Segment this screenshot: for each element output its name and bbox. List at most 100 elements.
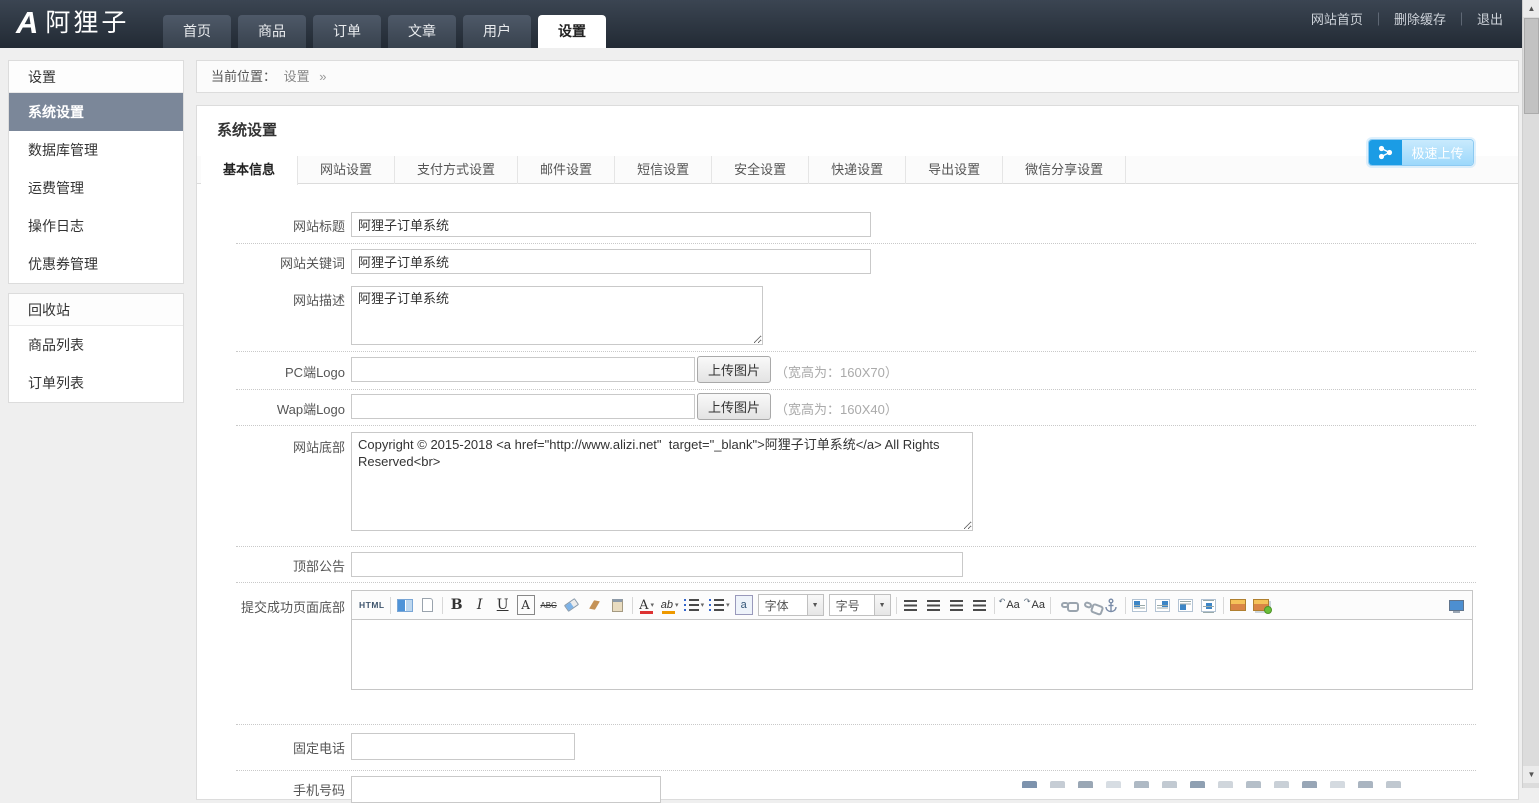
link-logout[interactable]: 退出	[1477, 9, 1503, 28]
tab-express-settings[interactable]: 快递设置	[809, 156, 906, 184]
inline-anchor-icon[interactable]: a	[735, 595, 753, 615]
wap-logo-input[interactable]	[351, 394, 695, 419]
nav-item-orders[interactable]: 订单	[313, 15, 381, 48]
sidebar-item-coupons[interactable]: 优惠券管理	[9, 245, 183, 283]
tab-sms-settings[interactable]: 短信设置	[615, 156, 712, 184]
sidebar-item-order-list[interactable]: 订单列表	[9, 364, 183, 402]
tab-security-settings[interactable]: 安全设置	[712, 156, 809, 184]
tab-email-settings[interactable]: 邮件设置	[518, 156, 615, 184]
breadcrumb-current[interactable]: 设置	[284, 69, 310, 84]
site-description-label: 网站描述	[197, 290, 345, 309]
remove-link-icon[interactable]	[1079, 595, 1097, 615]
chevron-down-icon: ▼	[874, 595, 890, 615]
italic-icon[interactable]: I	[471, 595, 489, 615]
settings-tabbar: 基本信息 网站设置 支付方式设置 邮件设置 短信设置 安全设置 快递设置 导出设…	[197, 156, 1518, 184]
site-description-textarea[interactable]: 阿狸子订单系统	[351, 286, 763, 345]
top-notice-label: 顶部公告	[197, 556, 345, 575]
image-block-icon[interactable]	[1200, 595, 1218, 615]
link-site-home[interactable]: 网站首页	[1311, 9, 1363, 28]
sidebar-item-product-list[interactable]: 商品列表	[9, 326, 183, 364]
sidebar-item-database[interactable]: 数据库管理	[9, 131, 183, 169]
nav-item-articles[interactable]: 文章	[388, 15, 456, 48]
insert-link-icon[interactable]	[1056, 595, 1074, 615]
mobile-phone-input[interactable]	[351, 776, 661, 803]
scroll-down-arrow[interactable]: ▼	[1523, 766, 1539, 783]
pc-logo-input[interactable]	[351, 357, 695, 382]
wap-logo-upload-button[interactable]: 上传图片	[697, 393, 771, 420]
strikethrough-icon[interactable]: ABC	[540, 595, 558, 615]
mobile-phone-label: 手机号码	[197, 780, 345, 799]
link-clear-cache[interactable]: 删除缓存	[1394, 9, 1446, 28]
image-align-right-icon[interactable]	[1154, 595, 1172, 615]
align-left-icon[interactable]	[902, 595, 920, 615]
sidebar-item-system-settings[interactable]: 系统设置	[9, 93, 183, 131]
ordered-list-icon[interactable]: ▾	[684, 595, 705, 615]
toolbar-separator	[390, 597, 391, 614]
sidebar-item-logs[interactable]: 操作日志	[9, 207, 183, 245]
speed-upload-button[interactable]: 极速上传	[1368, 139, 1474, 166]
site-title-label: 网站标题	[197, 216, 345, 235]
brand-logo[interactable]: A 阿狸子	[16, 6, 129, 40]
image-inline-icon[interactable]	[1177, 595, 1195, 615]
sidebar-item-shipping[interactable]: 运费管理	[9, 169, 183, 207]
style-box-icon[interactable]: A	[517, 595, 535, 615]
richtext-edit-area[interactable]	[351, 620, 1473, 690]
site-keywords-input[interactable]	[351, 249, 871, 274]
eraser-icon[interactable]	[563, 595, 581, 615]
image-align-left-icon[interactable]	[1131, 595, 1149, 615]
pc-logo-size-hint: （宽高为：160X70）	[775, 362, 898, 381]
source-code-icon[interactable]: HTML	[359, 595, 385, 615]
nav-item-settings[interactable]: 设置	[538, 15, 606, 48]
anchor-icon[interactable]	[1102, 595, 1120, 615]
breadcrumb-prefix: 当前位置：	[211, 69, 276, 84]
align-center-icon[interactable]	[925, 595, 943, 615]
site-footer-textarea[interactable]: Copyright © 2015-2018 <a href="http://ww…	[351, 432, 973, 531]
new-document-icon[interactable]	[419, 595, 437, 615]
icon-stub	[1218, 781, 1233, 788]
pipe-separator: ｜	[1372, 9, 1385, 28]
wap-logo-size-hint: （宽高为：160X40）	[775, 399, 898, 418]
scrollbar-thumb[interactable]	[1524, 18, 1539, 114]
tab-basic-info[interactable]: 基本信息	[201, 156, 298, 185]
row-divider	[236, 351, 1476, 352]
align-right-icon[interactable]	[948, 595, 966, 615]
tab-payment-settings[interactable]: 支付方式设置	[395, 156, 518, 184]
font-family-select[interactable]: 字体▼	[758, 594, 824, 616]
underline-icon[interactable]: U	[494, 595, 512, 615]
toolbar-separator	[1125, 597, 1126, 614]
uppercase-icon[interactable]: ↶Aa	[1000, 595, 1020, 615]
chevron-down-icon: ▼	[807, 595, 823, 615]
font-size-select[interactable]: 字号▼	[829, 594, 891, 616]
tab-export-settings[interactable]: 导出设置	[906, 156, 1003, 184]
align-justify-icon[interactable]	[971, 595, 989, 615]
scroll-up-arrow[interactable]: ▲	[1523, 0, 1539, 17]
nav-item-products[interactable]: 商品	[238, 15, 306, 48]
paste-text-icon[interactable]	[609, 595, 627, 615]
tab-site-settings[interactable]: 网站设置	[298, 156, 395, 184]
site-title-input[interactable]	[351, 212, 871, 237]
nav-item-users[interactable]: 用户	[463, 15, 531, 48]
nav-item-home[interactable]: 首页	[163, 15, 231, 48]
fullscreen-icon[interactable]	[1447, 595, 1465, 615]
highlight-color-icon[interactable]: ab▾	[661, 595, 679, 615]
wap-logo-label: Wap端Logo	[197, 399, 345, 418]
preview-layout-icon[interactable]	[396, 595, 414, 615]
toolbar-separator	[442, 597, 443, 614]
icon-stub	[1134, 781, 1149, 788]
format-brush-icon[interactable]	[586, 595, 604, 615]
share-circles-icon	[1369, 140, 1402, 165]
font-color-icon[interactable]: A▾	[638, 595, 656, 615]
bold-icon[interactable]: B	[448, 595, 466, 615]
page-scrollbar[interactable]: ▲ ▼	[1522, 0, 1539, 788]
batch-image-icon[interactable]	[1252, 595, 1270, 615]
toolbar-separator	[896, 597, 897, 614]
tab-wechat-share-settings[interactable]: 微信分享设置	[1003, 156, 1126, 184]
top-notice-input[interactable]	[351, 552, 963, 577]
pc-logo-upload-button[interactable]: 上传图片	[697, 356, 771, 383]
unordered-list-icon[interactable]: ▾	[709, 595, 730, 615]
icon-stub	[1050, 781, 1065, 788]
pipe-separator: ｜	[1455, 9, 1468, 28]
fixed-phone-input[interactable]	[351, 733, 575, 760]
insert-image-icon[interactable]	[1229, 595, 1247, 615]
lowercase-icon[interactable]: ↷Aa	[1025, 595, 1045, 615]
